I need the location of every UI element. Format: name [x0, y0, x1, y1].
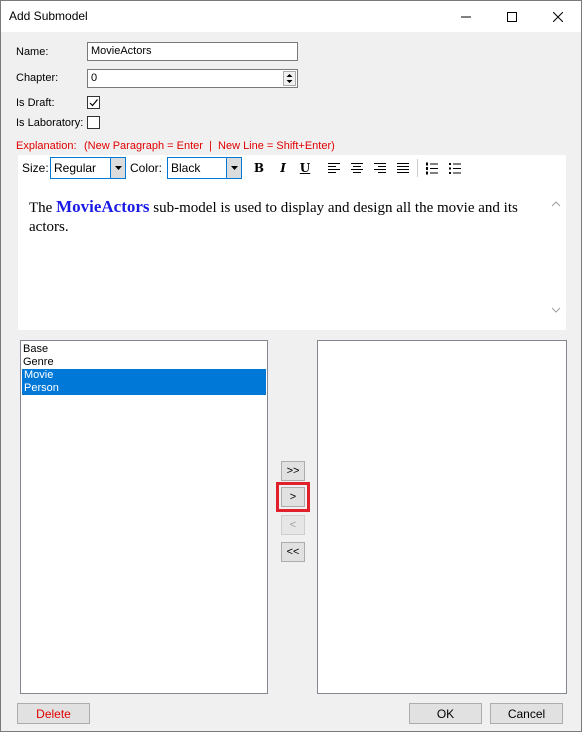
add-all-button[interactable]: >> — [281, 461, 305, 481]
chapter-stepper[interactable]: 0 — [87, 69, 298, 88]
maximize-button[interactable] — [489, 1, 535, 32]
available-list[interactable]: Base Genre Movie Person — [20, 340, 268, 694]
explanation-text: The MovieActors sub-model is used to dis… — [29, 197, 539, 237]
spin-arrows-icon — [286, 74, 293, 83]
bullet-list-icon[interactable] — [446, 159, 464, 177]
chapter-value: 0 — [91, 72, 98, 84]
toolbar-divider — [417, 159, 418, 177]
list-item[interactable]: Base — [21, 343, 267, 356]
list-item[interactable]: Genre — [21, 356, 267, 369]
bold-icon[interactable]: B — [250, 159, 268, 177]
justify-icon[interactable] — [394, 159, 412, 177]
highlight-box — [276, 482, 310, 512]
color-value: Black — [171, 161, 201, 175]
explanation-highlight: MovieActors — [56, 197, 150, 216]
draft-label: Is Draft: — [16, 97, 55, 109]
laboratory-label: Is Laboratory: — [16, 117, 84, 129]
window-title: Add Submodel — [9, 9, 88, 23]
numbered-list-icon[interactable] — [423, 159, 441, 177]
selected-list[interactable] — [317, 340, 567, 694]
explanation-prefix: The — [29, 200, 57, 216]
remove-button[interactable]: < — [281, 515, 305, 535]
ok-button[interactable]: OK — [409, 703, 482, 724]
laboratory-checkbox[interactable] — [87, 116, 100, 129]
cancel-button[interactable]: Cancel — [490, 703, 563, 724]
size-select[interactable]: Regular — [50, 157, 126, 179]
close-button[interactable] — [535, 1, 581, 32]
format-toolbar: Size: Regular Color: Black B I U — [18, 155, 566, 181]
chevron-down-icon — [110, 158, 125, 178]
explanation-label: Explanation: — [16, 140, 77, 152]
align-center-icon[interactable] — [348, 159, 366, 177]
title-bar: Add Submodel — [1, 1, 581, 32]
color-label: Color: — [130, 161, 163, 175]
name-input[interactable]: MovieActors — [87, 42, 298, 61]
size-label: Size: — [22, 161, 49, 175]
close-icon — [553, 11, 563, 22]
align-left-icon[interactable] — [325, 159, 343, 177]
align-right-icon[interactable] — [371, 159, 389, 177]
italic-icon[interactable]: I — [274, 159, 292, 177]
underline-icon[interactable]: U — [296, 159, 314, 177]
color-select[interactable]: Black — [167, 157, 242, 179]
checkmark-icon — [89, 99, 98, 107]
add-submodel-dialog: Add Submodel Name: MovieActors Chapter: … — [0, 0, 582, 732]
explanation-editor[interactable]: The MovieActors sub-model is used to dis… — [18, 181, 566, 330]
scroll-down-icon[interactable] — [551, 307, 561, 313]
name-label: Name: — [16, 46, 49, 58]
remove-all-button[interactable]: << — [281, 542, 305, 562]
minimize-button[interactable] — [443, 1, 489, 32]
draft-checkbox[interactable] — [87, 96, 100, 109]
delete-button[interactable]: Delete — [17, 703, 90, 724]
scroll-up-icon[interactable] — [551, 201, 561, 207]
chevron-down-icon — [226, 158, 241, 178]
size-value: Regular — [54, 161, 97, 175]
chapter-label: Chapter: — [16, 72, 59, 84]
list-item[interactable]: Person — [22, 382, 266, 395]
maximize-icon — [507, 11, 517, 22]
list-item[interactable]: Movie — [22, 369, 266, 382]
explanation-hint: (New Paragraph = Enter | New Line = Shif… — [84, 140, 335, 152]
minimize-icon — [461, 16, 471, 17]
spin-buttons[interactable] — [283, 71, 296, 86]
